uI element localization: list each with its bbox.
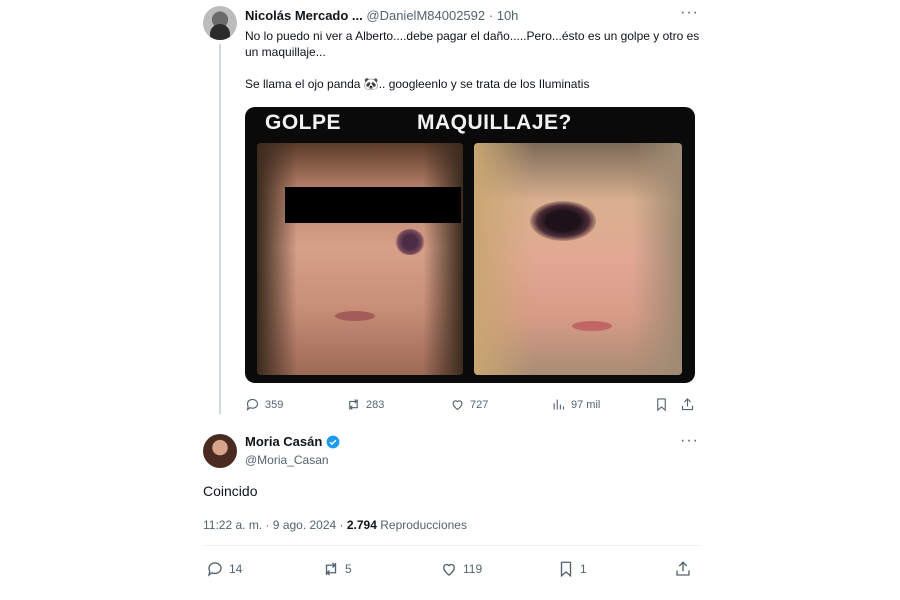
verified-badge-icon [326, 435, 340, 448]
mouth [335, 311, 375, 321]
tweet-header: Nicolás Mercado ... @DanielM84002592 · 1… [245, 8, 518, 23]
bookmark-icon [560, 561, 572, 578]
author-avatar[interactable] [203, 434, 237, 468]
bookmark-button[interactable]: 1 [557, 560, 587, 578]
dot-separator: · [488, 8, 494, 23]
heart-icon [443, 563, 455, 576]
censor-bar [285, 187, 461, 223]
reply-icon [246, 398, 259, 411]
views-button[interactable]: 97 mil [551, 397, 600, 412]
like-button[interactable]: 119 [440, 560, 482, 578]
tweet-text: No lo puedo ni ver a Alberto....debe pag… [245, 28, 700, 108]
bruise-mark [395, 229, 425, 255]
views-icon [553, 399, 565, 410]
share-button[interactable] [674, 560, 692, 578]
more-options-button[interactable]: ··· [680, 4, 699, 22]
views-label: Reproducciones [376, 518, 467, 532]
bookmark-icon [657, 398, 666, 412]
reply-icon [207, 562, 222, 577]
reply-count: 359 [265, 398, 284, 411]
reply-button[interactable]: 14 [206, 560, 242, 578]
tweet-meta: 11:22 a. m. · 9 ago. 2024 · 2.794 Reprod… [203, 518, 467, 532]
hair-shade [632, 143, 682, 375]
author-name-row: Moria Casán [245, 434, 340, 449]
divider [203, 545, 700, 546]
author-avatar[interactable] [203, 6, 237, 40]
share-icon [681, 398, 694, 411]
more-options-button[interactable]: ··· [680, 432, 699, 450]
retweet-button[interactable]: 283 [346, 397, 384, 412]
author-name[interactable]: Nicolás Mercado ... [245, 8, 363, 23]
tweet-time[interactable]: 10h [497, 8, 519, 23]
image-label-right: MAQUILLAJE? [417, 111, 572, 134]
image-label-left: GOLPE [265, 111, 342, 134]
views-count: 97 mil [571, 398, 601, 411]
hair-shade [423, 143, 463, 375]
reply-button[interactable]: 359 [245, 397, 283, 412]
photo-right [474, 143, 682, 375]
retweet-count: 283 [366, 398, 385, 411]
views-count: 2.794 [346, 518, 377, 532]
tweet-text-line: No lo puedo ni ver a Alberto....debe pag… [245, 29, 700, 59]
like-count: 119 [463, 562, 483, 576]
heart-icon [452, 400, 463, 411]
photo-left [257, 143, 463, 375]
bruise-mark [530, 201, 596, 241]
retweet-count: 5 [345, 562, 352, 576]
tweet-text: Coincido [203, 483, 258, 499]
hair-shade [257, 143, 297, 375]
share-button[interactable] [680, 397, 695, 412]
bookmark-count: 1 [580, 562, 587, 576]
author-handle[interactable]: @DanielM84002592 [366, 8, 485, 23]
like-button[interactable]: 727 [450, 397, 488, 412]
retweet-icon [325, 562, 337, 576]
tweet-timestamp[interactable]: 11:22 a. m. · 9 ago. 2024 · [203, 518, 347, 532]
bookmark-button[interactable] [654, 397, 669, 412]
tweet-media-image[interactable]: GOLPE MAQUILLAJE? [245, 107, 695, 383]
tweet-text-line: Se llama el ojo panda 🐼.. googleenlo y s… [245, 77, 590, 91]
mouth [572, 321, 612, 331]
share-icon [676, 561, 690, 576]
thread-line [219, 44, 221, 414]
retweet-icon [349, 399, 358, 410]
retweet-button[interactable]: 5 [322, 560, 352, 578]
author-handle[interactable]: @Moria_Casan [245, 453, 329, 467]
like-count: 727 [470, 398, 489, 411]
author-name[interactable]: Moria Casán [245, 434, 322, 449]
hair-shade [474, 143, 534, 375]
reply-count: 14 [229, 562, 243, 576]
